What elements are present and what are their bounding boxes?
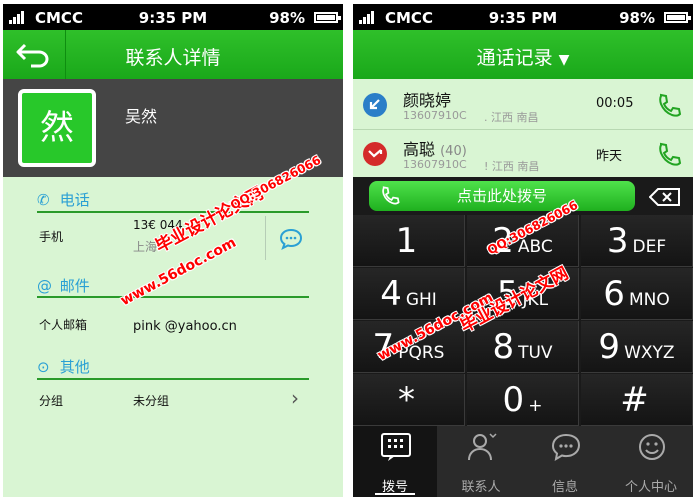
- key-digit: 9: [598, 327, 621, 367]
- contact-name: 吴然: [125, 107, 158, 126]
- page-title-dropdown[interactable]: 通话记录 ▼: [353, 43, 693, 70]
- phone-icon[interactable]: [655, 92, 683, 120]
- send-message-button[interactable]: [265, 216, 316, 260]
- divider: [37, 378, 309, 380]
- keypad-key-0[interactable]: 0 +: [467, 374, 579, 426]
- key-digit: 1: [395, 221, 418, 261]
- key-digit: 8: [492, 327, 515, 367]
- phone-icon: ✆: [37, 191, 50, 209]
- profile-header: 然 吴然: [3, 79, 343, 177]
- section-phone-title: 电话: [59, 191, 90, 209]
- page-title: 联系人详情: [125, 47, 221, 69]
- group-label: 分组: [39, 394, 64, 408]
- page-title: 通话记录: [476, 47, 553, 69]
- chevron-right-icon[interactable]: ›: [291, 386, 299, 410]
- key-digit: 3: [606, 221, 629, 261]
- key-letters: TUV: [518, 343, 553, 363]
- keypad-key-1[interactable]: 1: [353, 215, 465, 267]
- keypad-key-8[interactable]: 8 TUV: [467, 321, 579, 373]
- caller-number: 13607910C: [403, 109, 467, 122]
- smiley-icon: [639, 434, 665, 460]
- section-email-heading: @ 邮件: [37, 275, 90, 296]
- tab-dial[interactable]: 拨号: [353, 426, 437, 497]
- key-letters: +: [528, 396, 543, 416]
- caller-location: ! 江西 南昌: [484, 160, 540, 173]
- battery-percent: 98%: [269, 9, 305, 27]
- phone-icon[interactable]: [655, 141, 683, 169]
- tab-contacts[interactable]: 联系人: [439, 426, 523, 497]
- call-count: (40): [440, 144, 467, 159]
- key-digit: #: [620, 380, 649, 420]
- title-bar: 联系人详情: [3, 30, 343, 79]
- missed-call-icon: [363, 142, 387, 166]
- battery-percent: 98%: [619, 9, 655, 27]
- tab-label: 信息: [551, 480, 578, 495]
- key-digit: 0: [502, 380, 525, 420]
- group-value[interactable]: 未分组: [133, 392, 169, 409]
- battery-icon: [314, 12, 341, 23]
- dial-button[interactable]: 点击此处拨号: [369, 181, 635, 211]
- tab-profile[interactable]: 个人中心: [609, 426, 693, 497]
- title-bar[interactable]: 通话记录 ▼: [353, 30, 693, 79]
- keypad-key-star[interactable]: *: [353, 374, 465, 426]
- keypad-key-6[interactable]: 6 MNO: [581, 268, 693, 320]
- call-log-screen: CMCC 9:35 PM 98% 通话记录 ▼ 颜晓婷 13607910C . …: [353, 4, 693, 497]
- divider: [37, 296, 309, 298]
- bottom-tab-bar: 拨号 联系人 信息 个人中心: [353, 426, 693, 497]
- active-tab-indicator: [375, 493, 415, 495]
- backspace-icon[interactable]: [649, 188, 681, 206]
- dial-bar: 点击此处拨号: [353, 177, 693, 215]
- caller-name: 高聪: [403, 140, 436, 159]
- message-bubble-icon: [279, 228, 303, 250]
- section-email-title: 邮件: [59, 277, 90, 295]
- section-phone-heading: ✆ 电话: [37, 189, 90, 210]
- status-bar: CMCC 9:35 PM 98%: [353, 4, 693, 30]
- caller-name: 颜晓婷: [403, 91, 452, 110]
- section-other-heading: ⊙ 其他: [37, 356, 90, 377]
- keypad-key-2[interactable]: 2 ABC: [467, 215, 579, 267]
- call-log-row[interactable]: 高聪 (40) 13607910C ! 江西 南昌 昨天: [353, 129, 693, 178]
- key-letters: GHI: [405, 290, 437, 310]
- status-bar: CMCC 9:35 PM 98%: [3, 4, 343, 30]
- keypad-key-hash[interactable]: #: [581, 374, 693, 426]
- divider: [37, 211, 309, 213]
- caller-location: . 江西 南昌: [484, 111, 539, 124]
- call-log-row[interactable]: 颜晓婷 13607910C . 江西 南昌 00:05: [353, 81, 693, 129]
- at-icon: @: [37, 277, 52, 295]
- more-dots-icon: ⊙: [37, 358, 50, 376]
- tab-messages[interactable]: 信息: [523, 426, 607, 497]
- keypad-icon: [381, 433, 411, 461]
- key-digit: 4: [380, 274, 402, 314]
- dial-prompt: 点击此处拨号: [456, 187, 547, 205]
- phone-label: 手机: [39, 230, 64, 244]
- battery-icon: [664, 12, 691, 23]
- key-letters: DEF: [632, 237, 667, 257]
- email-value[interactable]: pink @yahoo.cn: [133, 319, 237, 334]
- keypad-key-3[interactable]: 3 DEF: [581, 215, 693, 267]
- call-log-list: 颜晓婷 13607910C . 江西 南昌 00:05 高聪 (40) 1360…: [353, 79, 693, 177]
- message-icon: [551, 433, 581, 461]
- avatar[interactable]: 然: [18, 89, 96, 167]
- caller-name-line: 高聪 (40): [403, 136, 467, 160]
- dropdown-arrow-icon: ▼: [558, 52, 570, 68]
- incoming-call-icon: [363, 93, 387, 117]
- tab-label: 联系人: [461, 480, 501, 495]
- key-letters: WXYZ: [624, 343, 675, 363]
- caller-number: 13607910C: [403, 158, 467, 171]
- contact-icon: [468, 433, 497, 461]
- key-digit: *: [398, 380, 415, 420]
- section-other-title: 其他: [59, 358, 90, 376]
- tab-label: 个人中心: [624, 480, 677, 495]
- key-letters: MNO: [628, 290, 670, 310]
- call-time: 昨天: [596, 149, 623, 164]
- keypad-key-9[interactable]: 9 WXYZ: [581, 321, 693, 373]
- dial-keypad: 1 2 ABC 3 DEF 4 GHI 5 JKL 6 MNO 7 PQRS 8 TUV 9 WXYZ * 0 + #: [353, 215, 693, 426]
- phone-icon: [382, 186, 400, 205]
- key-digit: 6: [603, 274, 625, 314]
- email-label: 个人邮箱: [39, 318, 88, 332]
- call-duration: 00:05: [596, 96, 634, 111]
